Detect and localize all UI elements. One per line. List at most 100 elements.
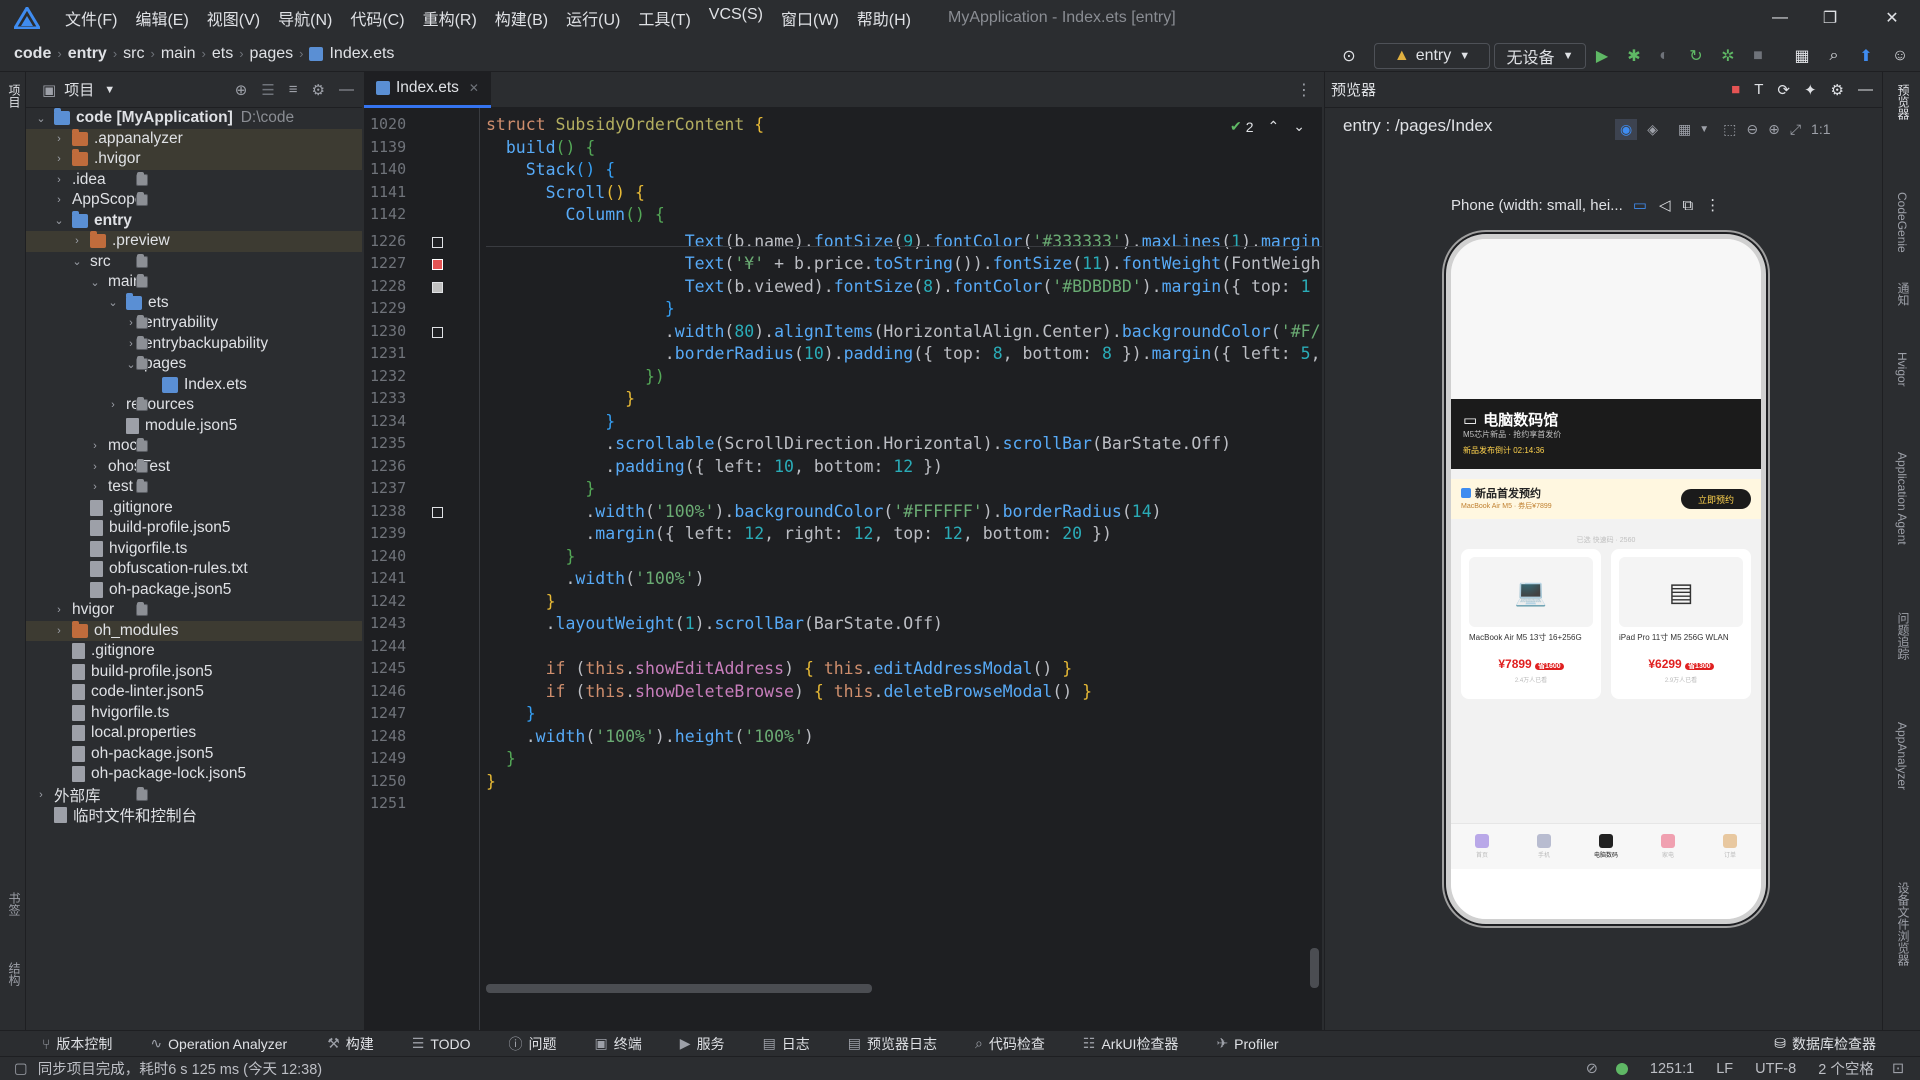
menu-item[interactable]: 文件(F) — [56, 6, 126, 30]
code-line[interactable]: if (this.showEditAddress) { this.editAdd… — [486, 659, 1073, 678]
stop-preview-icon[interactable]: ■ — [1731, 81, 1740, 98]
code-line[interactable]: Text(b.viewed).fontSize(8).fontColor('#B… — [486, 277, 1311, 296]
run-icon[interactable]: ▶ — [1590, 43, 1614, 69]
file-encoding[interactable]: UTF-8 — [1755, 1061, 1796, 1077]
tree-item[interactable]: oh-package-lock.json5 — [26, 764, 362, 785]
code-line[interactable]: .layoutWeight(1).scrollBar(BarState.Off) — [486, 614, 943, 633]
tree-item[interactable]: oh-package.json5 — [26, 580, 362, 601]
app-tab[interactable]: 手机 — [1513, 824, 1575, 869]
bookmarks-tool-tab[interactable]: 书签 — [6, 892, 23, 916]
vertical-scrollbar[interactable] — [1310, 948, 1319, 988]
tree-item[interactable]: › hvigor — [26, 600, 362, 621]
tree-item[interactable]: obfuscation-rules.txt — [26, 559, 362, 580]
code-editor[interactable]: 1020 1139 1140 1141 1142 1226 1227 1228 1229 1230… — [364, 108, 1322, 1030]
close-tab-icon[interactable]: ✕ — [469, 81, 479, 95]
chevron-right-icon[interactable]: › — [52, 604, 66, 616]
lock-icon[interactable]: ⊡ — [1892, 1061, 1904, 1077]
chevron-down-icon[interactable]: ⌄ — [52, 214, 66, 227]
breadcrumb-item[interactable]: Index.ets — [329, 45, 394, 63]
code-line[interactable]: .margin({ left: 12, right: 12, top: 12, … — [486, 524, 1112, 543]
code-line[interactable]: } — [486, 592, 556, 611]
chevron-right-icon[interactable]: › — [52, 174, 66, 186]
code-line[interactable]: } — [486, 749, 516, 768]
project-tool-tab[interactable]: 项目 — [6, 84, 23, 108]
right-tool-tab[interactable]: Hvigor — [1895, 352, 1909, 387]
chevron-right-icon[interactable]: › — [34, 789, 48, 801]
tree-item[interactable]: module.json5 — [26, 416, 362, 437]
tree-item[interactable]: 临时文件和控制台 — [26, 805, 362, 826]
status-indicator-icon[interactable] — [1615, 1062, 1628, 1075]
bottom-tool-tab[interactable]: ▣ 终端 — [595, 1034, 656, 1054]
tree-item[interactable]: ⌄ ets — [26, 292, 362, 314]
tree-item[interactable]: › entryability — [26, 313, 362, 334]
tree-item[interactable]: code-linter.json5 — [26, 682, 362, 703]
chevron-right-icon[interactable]: › — [70, 235, 84, 247]
one-to-one-icon[interactable]: 1:1 — [1811, 121, 1830, 137]
chevron-right-icon[interactable]: › — [106, 399, 120, 411]
reserve-button[interactable]: 立即预约 — [1681, 489, 1751, 509]
menu-item[interactable]: VCS(S) — [700, 6, 772, 30]
code-line[interactable]: .width(80).alignItems(HorizontalAlign.Ce… — [486, 322, 1321, 341]
right-tool-tab[interactable]: Application Agent — [1895, 452, 1909, 545]
code-line[interactable]: Text('¥' + b.price.toString()).fontSize(… — [486, 254, 1321, 273]
bottom-tool-tab[interactable]: ☷ ArkUI检查器 — [1083, 1034, 1193, 1054]
tab-index-ets[interactable]: Index.ets ✕ — [364, 71, 491, 108]
chevron-right-icon[interactable]: › — [88, 481, 102, 493]
more-options-icon[interactable]: ⋮ — [1296, 80, 1312, 100]
tree-item[interactable]: › .appanalyzer — [26, 128, 362, 149]
tree-item[interactable]: oh-package.json5 — [26, 744, 362, 765]
bottom-tool-tab[interactable]: ⓘ 问题 — [509, 1034, 571, 1054]
breadcrumb-item[interactable]: main — [161, 45, 196, 63]
code-line[interactable]: .padding({ left: 10, bottom: 12 }) — [486, 457, 943, 476]
phone-preview[interactable]: ▭ 电脑数码馆 M5芯片新品 · 抢约享首发价 新品发布倒计 02:14:36 … — [1446, 234, 1766, 924]
account-icon[interactable]: ☺ — [1888, 43, 1912, 69]
tree-item[interactable]: › mock — [26, 436, 362, 457]
bottom-tool-tab[interactable]: ✈ Profiler — [1216, 1035, 1292, 1052]
tree-item[interactable]: ⌄ src — [26, 252, 362, 273]
locate-icon[interactable]: ⊕ — [235, 81, 248, 99]
tree-item[interactable]: local.properties — [26, 723, 362, 744]
device-icon[interactable]: ▭ — [1633, 196, 1647, 214]
bottom-tool-tab[interactable]: ▶ 服务 — [680, 1034, 739, 1054]
minimize-button[interactable]: — — [1752, 0, 1808, 36]
tree-item[interactable]: › resources — [26, 395, 362, 416]
code-line[interactable]: Column() { — [486, 205, 664, 224]
chevron-down-icon[interactable]: ▼ — [1699, 124, 1709, 135]
code-line[interactable]: } — [486, 479, 595, 498]
menu-item[interactable]: 运行(U) — [557, 6, 629, 30]
multi-device-icon[interactable]: ⧉ — [1682, 197, 1693, 214]
code-line[interactable]: } — [486, 704, 536, 723]
tree-item[interactable]: ⌄ pages — [26, 354, 362, 375]
horizontal-scrollbar[interactable] — [486, 984, 872, 993]
search-icon[interactable]: ⌕ — [1822, 43, 1846, 69]
chevron-down-icon[interactable]: ⌄ — [1293, 118, 1305, 135]
font-size-icon[interactable]: T — [1754, 81, 1763, 98]
rotate-icon[interactable]: ◁ — [1659, 196, 1671, 214]
color-swatch-marker[interactable] — [432, 259, 443, 270]
code-line[interactable]: } — [486, 299, 675, 318]
layers-icon[interactable]: ◈ — [1647, 121, 1658, 138]
target-icon[interactable]: ⊙ — [1338, 43, 1360, 69]
breadcrumb-item[interactable]: ets — [212, 45, 233, 63]
tree-item[interactable]: hvigorfile.ts — [26, 703, 362, 724]
grid-icon[interactable]: ▦ — [1678, 121, 1691, 138]
code-line[interactable]: Text(b.name).fontSize(9).fontColor('#333… — [486, 232, 1321, 251]
attach-debugger-icon[interactable]: ✲ — [1716, 43, 1740, 69]
bottom-tool-tab[interactable]: ⑂ 版本控制 — [42, 1034, 126, 1054]
chevron-right-icon[interactable]: › — [88, 461, 102, 473]
line-separator[interactable]: LF — [1716, 1061, 1733, 1077]
notifications-off-icon[interactable]: ⊘ — [1586, 1061, 1598, 1077]
fullscreen-icon[interactable]: ⤢ — [1790, 121, 1801, 138]
app-tab[interactable]: 电脑数码 — [1575, 824, 1637, 869]
bottom-tool-tab[interactable]: ▤ 预览器日志 — [848, 1034, 951, 1054]
tree-item[interactable]: › .preview — [26, 231, 362, 252]
close-window-button[interactable]: ✕ — [1864, 0, 1920, 36]
chevron-down-icon[interactable]: ⌄ — [34, 112, 48, 125]
breadcrumb-item[interactable]: code — [14, 45, 51, 63]
zoom-in-icon[interactable]: ⊕ — [1768, 121, 1780, 138]
menu-item[interactable]: 工具(T) — [629, 6, 699, 30]
chevron-down-icon[interactable]: ⌄ — [70, 255, 84, 268]
product-card[interactable]: 💻 MacBook Air M5 13寸 16+256G ¥7899 省1600 2.… — [1461, 549, 1601, 699]
code-line[interactable]: } — [486, 389, 635, 408]
color-swatch-marker[interactable] — [432, 506, 443, 518]
